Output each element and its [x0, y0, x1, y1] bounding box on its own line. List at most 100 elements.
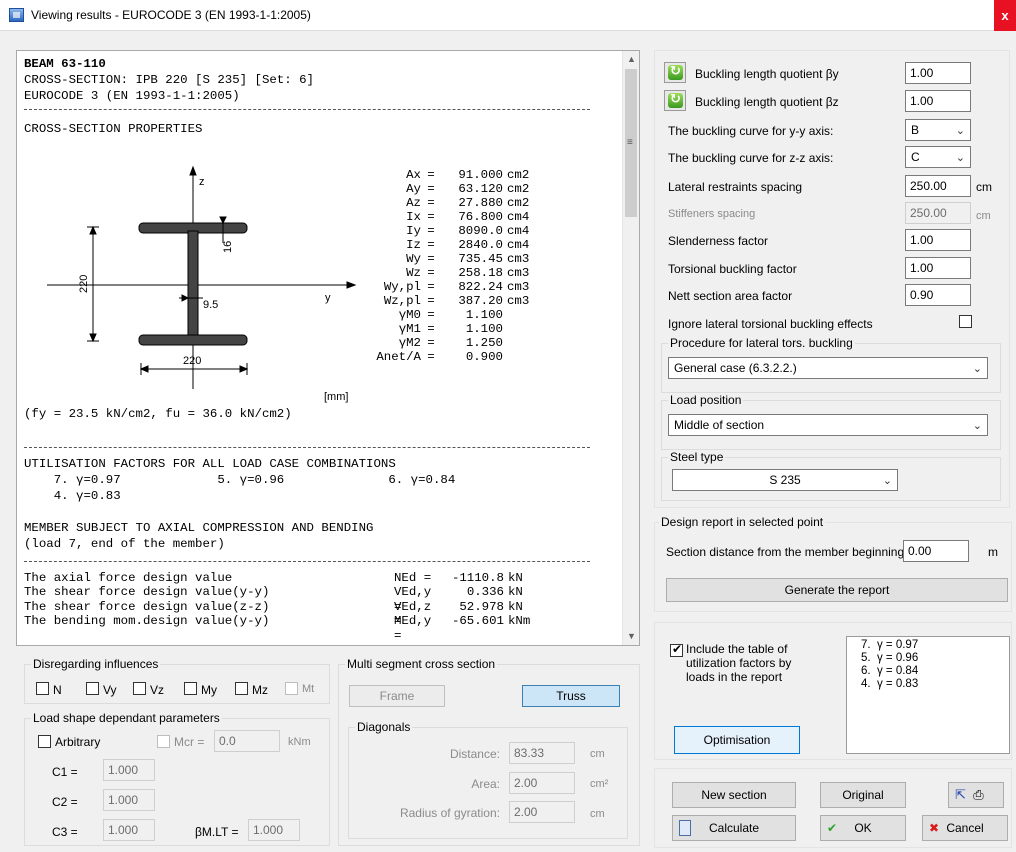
prop-value: 1.250 — [465, 336, 503, 350]
mcr-checkbox — [157, 735, 170, 748]
ok-button[interactable]: ✔ OK — [820, 815, 906, 841]
diag-radius-label: Radius of gyration: — [399, 806, 500, 820]
original-button[interactable]: Original — [820, 782, 906, 808]
prop-row: γM2 = 1.250 — [317, 336, 529, 350]
prop-name: Ix — [406, 210, 421, 224]
steel-type-select[interactable]: S 235 ⌄ — [672, 469, 898, 491]
prop-name: Ax — [406, 168, 421, 182]
prop-value: 735.45 — [458, 252, 503, 266]
mcr-unit: kNm — [288, 736, 311, 748]
prop-name: γM0 — [398, 308, 421, 322]
prop-row: Ix = 76.800 cm4 — [317, 210, 529, 224]
prop-row: Az = 27.880 cm2 — [317, 196, 529, 210]
prop-value: 8090.0 — [458, 224, 503, 238]
force-name: The shear force design value(y-y) — [24, 585, 270, 600]
prop-unit: cm4 — [507, 210, 530, 224]
new-section-button[interactable]: New section — [672, 782, 796, 808]
diag-area-unit: cm² — [590, 778, 609, 790]
report-view[interactable]: BEAM 63-110 CROSS-SECTION: IPB 220 [S 23… — [16, 50, 640, 646]
optimisation-button[interactable]: Optimisation — [674, 726, 800, 754]
curve-z-label: The buckling curve for z-z axis: — [668, 151, 834, 165]
prop-value: 1.100 — [465, 322, 503, 336]
list-item[interactable]: 4. γ = 0.83 — [861, 678, 918, 690]
ignore-ltb-checkbox[interactable] — [959, 315, 972, 328]
prop-equals: = — [427, 196, 435, 210]
chevron-down-icon: ⌄ — [955, 125, 965, 137]
prop-row: γM1 = 1.100 — [317, 322, 529, 336]
z-axis-label: z — [199, 176, 205, 188]
prop-row: Iz = 2840.0 cm4 — [317, 238, 529, 252]
disregard-n-checkbox[interactable] — [36, 682, 49, 695]
buckling-z-button[interactable] — [664, 90, 686, 111]
buckling-z-label: Buckling length quotient βz — [695, 95, 839, 109]
disregard-vz-checkbox[interactable] — [133, 682, 146, 695]
close-button[interactable]: x — [994, 0, 1016, 31]
buckling-z-input[interactable]: 1.00 — [905, 90, 971, 112]
diagonals-title: Diagonals — [355, 720, 413, 734]
list-item[interactable]: 5. γ = 0.96 — [861, 652, 918, 664]
include-table-checkbox[interactable] — [670, 642, 683, 657]
forces-table: The axial force design value NEd = -1110.8… — [24, 571, 530, 643]
prop-name: Iz — [406, 238, 421, 252]
design-report-title: Design report in selected point — [659, 515, 826, 529]
force-name: The bending mom.design value(y-y) — [24, 614, 270, 629]
procedure-value: General case (6.3.2.2.) — [674, 361, 797, 375]
bm-input: 1.000 — [248, 819, 300, 841]
prop-unit: cm3 — [507, 294, 530, 308]
slenderness-input[interactable]: 1.00 — [905, 229, 971, 251]
disregard-my-checkbox[interactable] — [184, 682, 197, 695]
force-name: The shear force design value(z-z) — [24, 599, 270, 614]
prop-equals: = — [427, 322, 435, 336]
scroll-up-icon[interactable]: ▲ — [623, 51, 639, 68]
prop-equals: = — [427, 238, 435, 252]
curve-y-select[interactable]: B ⌄ — [905, 119, 971, 141]
disregard-vy-checkbox[interactable] — [86, 682, 99, 695]
list-item[interactable]: 6. γ = 0.84 — [861, 665, 918, 677]
generate-report-button[interactable]: Generate the report — [666, 578, 1008, 602]
procedure-select[interactable]: General case (6.3.2.2.) ⌄ — [668, 357, 988, 379]
torsional-input[interactable]: 1.00 — [905, 257, 971, 279]
list-item[interactable]: 7. γ = 0.97 — [861, 639, 918, 651]
disregard-mz-label: Mz — [252, 683, 268, 697]
disregard-mz-checkbox[interactable] — [235, 682, 248, 695]
calculator-icon — [679, 820, 691, 836]
include-table-label: Include the table of utilization factors… — [686, 642, 791, 684]
utilization-list[interactable]: 7. γ = 0.97 5. γ = 0.96 6. γ = 0.84 4. γ… — [846, 636, 1010, 754]
report-scrollbar[interactable]: ▲ ≡ ▼ — [622, 51, 639, 645]
frame-button[interactable]: Frame — [349, 685, 445, 707]
buckling-y-button[interactable] — [664, 62, 686, 83]
prop-unit — [503, 308, 507, 322]
diag-radius-input: 2.00 — [509, 801, 575, 823]
arbitrary-checkbox[interactable] — [38, 735, 51, 748]
prop-equals: = — [427, 294, 435, 308]
chevron-down-icon: ⌄ — [972, 363, 982, 375]
force-sym: VEd,z = — [394, 599, 432, 629]
c1-label: C1 = — [52, 765, 78, 779]
report-cross-section: CROSS-SECTION: IPB 220 [S 235] [Set: 6] — [24, 73, 314, 87]
scroll-down-icon[interactable]: ▼ — [623, 628, 639, 645]
force-value: -1110.8 — [451, 571, 504, 585]
lateral-input[interactable]: 250.00 — [905, 175, 971, 197]
calculate-button[interactable]: Calculate — [672, 815, 796, 841]
force-value: -65.601 — [451, 614, 504, 629]
c2-input: 1.000 — [103, 789, 155, 811]
buckling-y-input[interactable]: 1.00 — [905, 62, 971, 84]
prop-name: Wz — [406, 266, 421, 280]
distance-input[interactable]: 0.00 — [903, 540, 969, 562]
report-separator — [24, 561, 590, 562]
prop-unit — [503, 322, 507, 336]
buckling-y-label: Buckling length quotient βy — [695, 67, 839, 81]
prop-name: Wz,pl — [383, 294, 421, 308]
window-title: Viewing results - EUROCODE 3 (EN 1993-1-… — [31, 8, 311, 22]
report-props-title: CROSS-SECTION PROPERTIES — [24, 122, 203, 136]
ignore-ltb-label: Ignore lateral torsional buckling effect… — [668, 317, 873, 331]
cancel-button[interactable]: ✖ Cancel — [922, 815, 1008, 841]
curve-z-select[interactable]: C ⌄ — [905, 146, 971, 168]
load-position-select[interactable]: Middle of section ⌄ — [668, 414, 988, 436]
chart-print-button[interactable]: ⇱ ⎙ — [948, 782, 1004, 808]
prop-row: Ay = 63.120 cm2 — [317, 182, 529, 196]
member-title: MEMBER SUBJECT TO AXIAL COMPRESSION AND … — [24, 521, 374, 535]
prop-equals: = — [427, 252, 435, 266]
truss-button[interactable]: Truss — [522, 685, 620, 707]
nett-input[interactable]: 0.90 — [905, 284, 971, 306]
